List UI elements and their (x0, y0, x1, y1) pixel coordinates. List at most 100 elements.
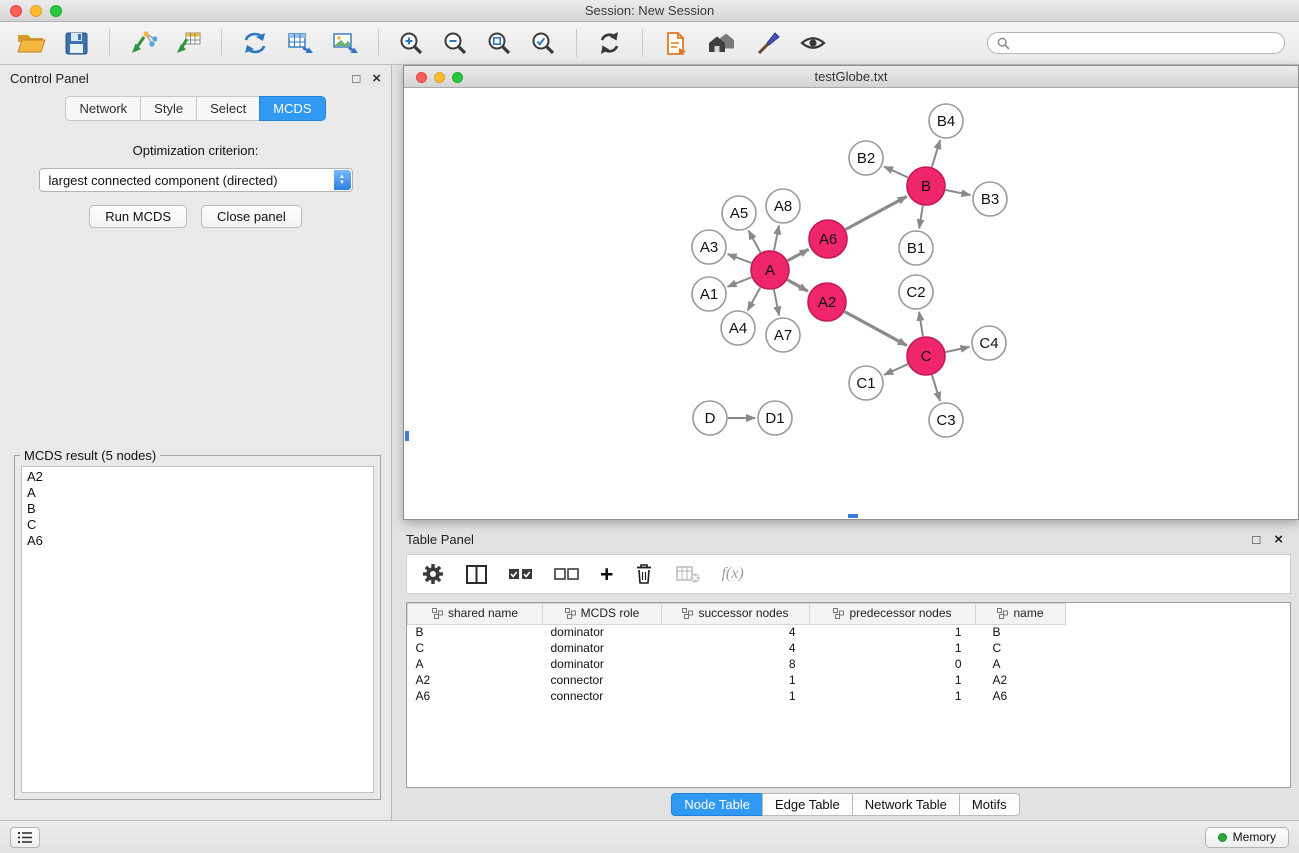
table-cell[interactable]: B (976, 624, 1066, 640)
open-session-button[interactable] (14, 28, 48, 58)
graph-node-D[interactable]: D (693, 401, 727, 435)
select-all-columns-button[interactable] (508, 566, 534, 582)
save-session-button[interactable] (61, 28, 92, 58)
network-graph[interactable]: B4B2BB3A5A8A6B1A3AC2A1A2A4A7C4CC1C3DD1 (404, 88, 1297, 516)
control-panel-tab-network[interactable]: Network (65, 96, 140, 121)
create-column-button[interactable]: + (600, 564, 613, 584)
graph-edge-B-B3[interactable] (946, 190, 971, 195)
network-canvas[interactable]: B4B2BB3A5A8A6B1A3AC2A1A2A4A7C4CC1C3DD1 (404, 88, 1298, 519)
table-cell[interactable]: 1 (810, 688, 976, 704)
graph-node-B[interactable]: B (907, 167, 945, 205)
column-header-name[interactable]: name (976, 604, 1066, 625)
table-cell[interactable]: A (408, 656, 543, 672)
graph-edge-C-C1[interactable] (884, 364, 908, 375)
graph-edge-A-A6[interactable] (788, 249, 809, 260)
show-columns-button[interactable] (465, 564, 488, 585)
table-cell[interactable]: dominator (543, 624, 662, 640)
close-panel-button[interactable]: Close panel (201, 205, 302, 228)
minimize-window-button[interactable] (30, 5, 42, 17)
close-panel-icon[interactable]: × (372, 71, 381, 86)
table-cell[interactable]: A6 (976, 688, 1066, 704)
table-cell[interactable]: A2 (976, 672, 1066, 688)
home-views-button[interactable] (704, 28, 740, 58)
graph-edge-A-A4[interactable] (748, 288, 761, 311)
graph-node-A3[interactable]: A3 (692, 230, 726, 264)
graph-edge-C-C3[interactable] (932, 375, 940, 401)
table-cell[interactable]: dominator (543, 640, 662, 656)
mcds-result-list[interactable]: A2ABCA6 (21, 466, 374, 793)
close-table-panel-icon[interactable]: × (1274, 532, 1283, 547)
memory-button[interactable]: Memory (1205, 827, 1289, 848)
import-table-button[interactable] (172, 28, 204, 58)
apply-layout-button[interactable] (594, 28, 625, 58)
graph-node-C[interactable]: C (907, 337, 945, 375)
table-cell[interactable]: 1 (662, 672, 810, 688)
graph-edge-A-A2[interactable] (787, 280, 807, 291)
graph-edge-A-A3[interactable] (728, 254, 752, 263)
table-cell[interactable]: A2 (408, 672, 543, 688)
table-tab-motifs[interactable]: Motifs (959, 793, 1020, 816)
column-header-successor-nodes[interactable]: successor nodes (662, 604, 810, 625)
graph-edge-A-A5[interactable] (749, 231, 761, 253)
fullscreen-window-button[interactable] (50, 5, 62, 17)
table-cell[interactable]: dominator (543, 656, 662, 672)
table-cell[interactable]: 1 (810, 624, 976, 640)
table-cell[interactable]: 1 (810, 640, 976, 656)
graph-node-A7[interactable]: A7 (766, 318, 800, 352)
graph-node-A2[interactable]: A2 (808, 283, 846, 321)
table-cell[interactable]: 4 (662, 640, 810, 656)
mcds-result-item-b[interactable]: B (22, 501, 373, 517)
graph-edge-A2-C[interactable] (845, 312, 907, 346)
mcds-result-item-c[interactable]: C (22, 517, 373, 533)
graph-edge-A-A7[interactable] (774, 290, 779, 316)
graph-edge-C-C4[interactable] (946, 347, 970, 352)
graph-edge-C-C2[interactable] (919, 312, 923, 336)
table-tab-node-table[interactable]: Node Table (671, 793, 763, 816)
export-image-button[interactable] (329, 28, 361, 58)
table-cell[interactable]: 1 (810, 672, 976, 688)
float-panel-icon[interactable]: □ (352, 72, 360, 85)
mcds-result-item-a6[interactable]: A6 (22, 533, 373, 549)
graph-node-A[interactable]: A (751, 251, 789, 289)
control-panel-tab-style[interactable]: Style (140, 96, 196, 121)
graph-node-A4[interactable]: A4 (721, 311, 755, 345)
mcds-result-item-a[interactable]: A (22, 485, 373, 501)
show-hide-button[interactable] (797, 28, 829, 58)
control-panel-tab-select[interactable]: Select (196, 96, 259, 121)
table-cell[interactable]: 1 (662, 688, 810, 704)
table-cell[interactable]: A (976, 656, 1066, 672)
style-brush-button[interactable] (753, 28, 784, 59)
unselect-all-columns-button[interactable] (554, 566, 580, 582)
network-zoom-button[interactable] (452, 72, 463, 83)
table-cell[interactable]: 0 (810, 656, 976, 672)
delete-column-button[interactable] (633, 562, 655, 586)
graph-node-C1[interactable]: C1 (849, 366, 883, 400)
table-row-a2[interactable]: A2connector11A2 (408, 672, 1066, 688)
table-cell[interactable]: B (408, 624, 543, 640)
graph-edge-A6-B[interactable] (846, 197, 907, 230)
column-header-shared-name[interactable]: shared name (408, 604, 543, 625)
close-window-button[interactable] (10, 5, 22, 17)
graph-node-C2[interactable]: C2 (899, 275, 933, 309)
import-network-button[interactable] (127, 28, 159, 58)
table-cell[interactable]: connector (543, 688, 662, 704)
graph-edge-A-A1[interactable] (728, 277, 752, 286)
network-minimize-button[interactable] (434, 72, 445, 83)
network-close-button[interactable] (416, 72, 427, 83)
table-settings-button[interactable] (421, 562, 445, 586)
graph-node-B3[interactable]: B3 (973, 182, 1007, 216)
import-document-button[interactable] (660, 28, 691, 59)
graph-edge-B-B4[interactable] (932, 140, 940, 167)
graph-node-B1[interactable]: B1 (899, 231, 933, 265)
graph-node-A8[interactable]: A8 (766, 189, 800, 223)
graph-node-B4[interactable]: B4 (929, 104, 963, 138)
table-row-c[interactable]: Cdominator41C (408, 640, 1066, 656)
zoom-selected-button[interactable] (528, 28, 559, 59)
table-tab-edge-table[interactable]: Edge Table (762, 793, 853, 816)
graph-node-D1[interactable]: D1 (758, 401, 792, 435)
graph-node-C3[interactable]: C3 (929, 403, 963, 437)
column-header-predecessor-nodes[interactable]: predecessor nodes (810, 604, 976, 625)
criterion-dropdown[interactable]: largest connected component (directed) ▲… (39, 168, 353, 192)
search-box[interactable] (987, 32, 1285, 54)
vertical-scroll-indicator[interactable] (405, 431, 409, 441)
